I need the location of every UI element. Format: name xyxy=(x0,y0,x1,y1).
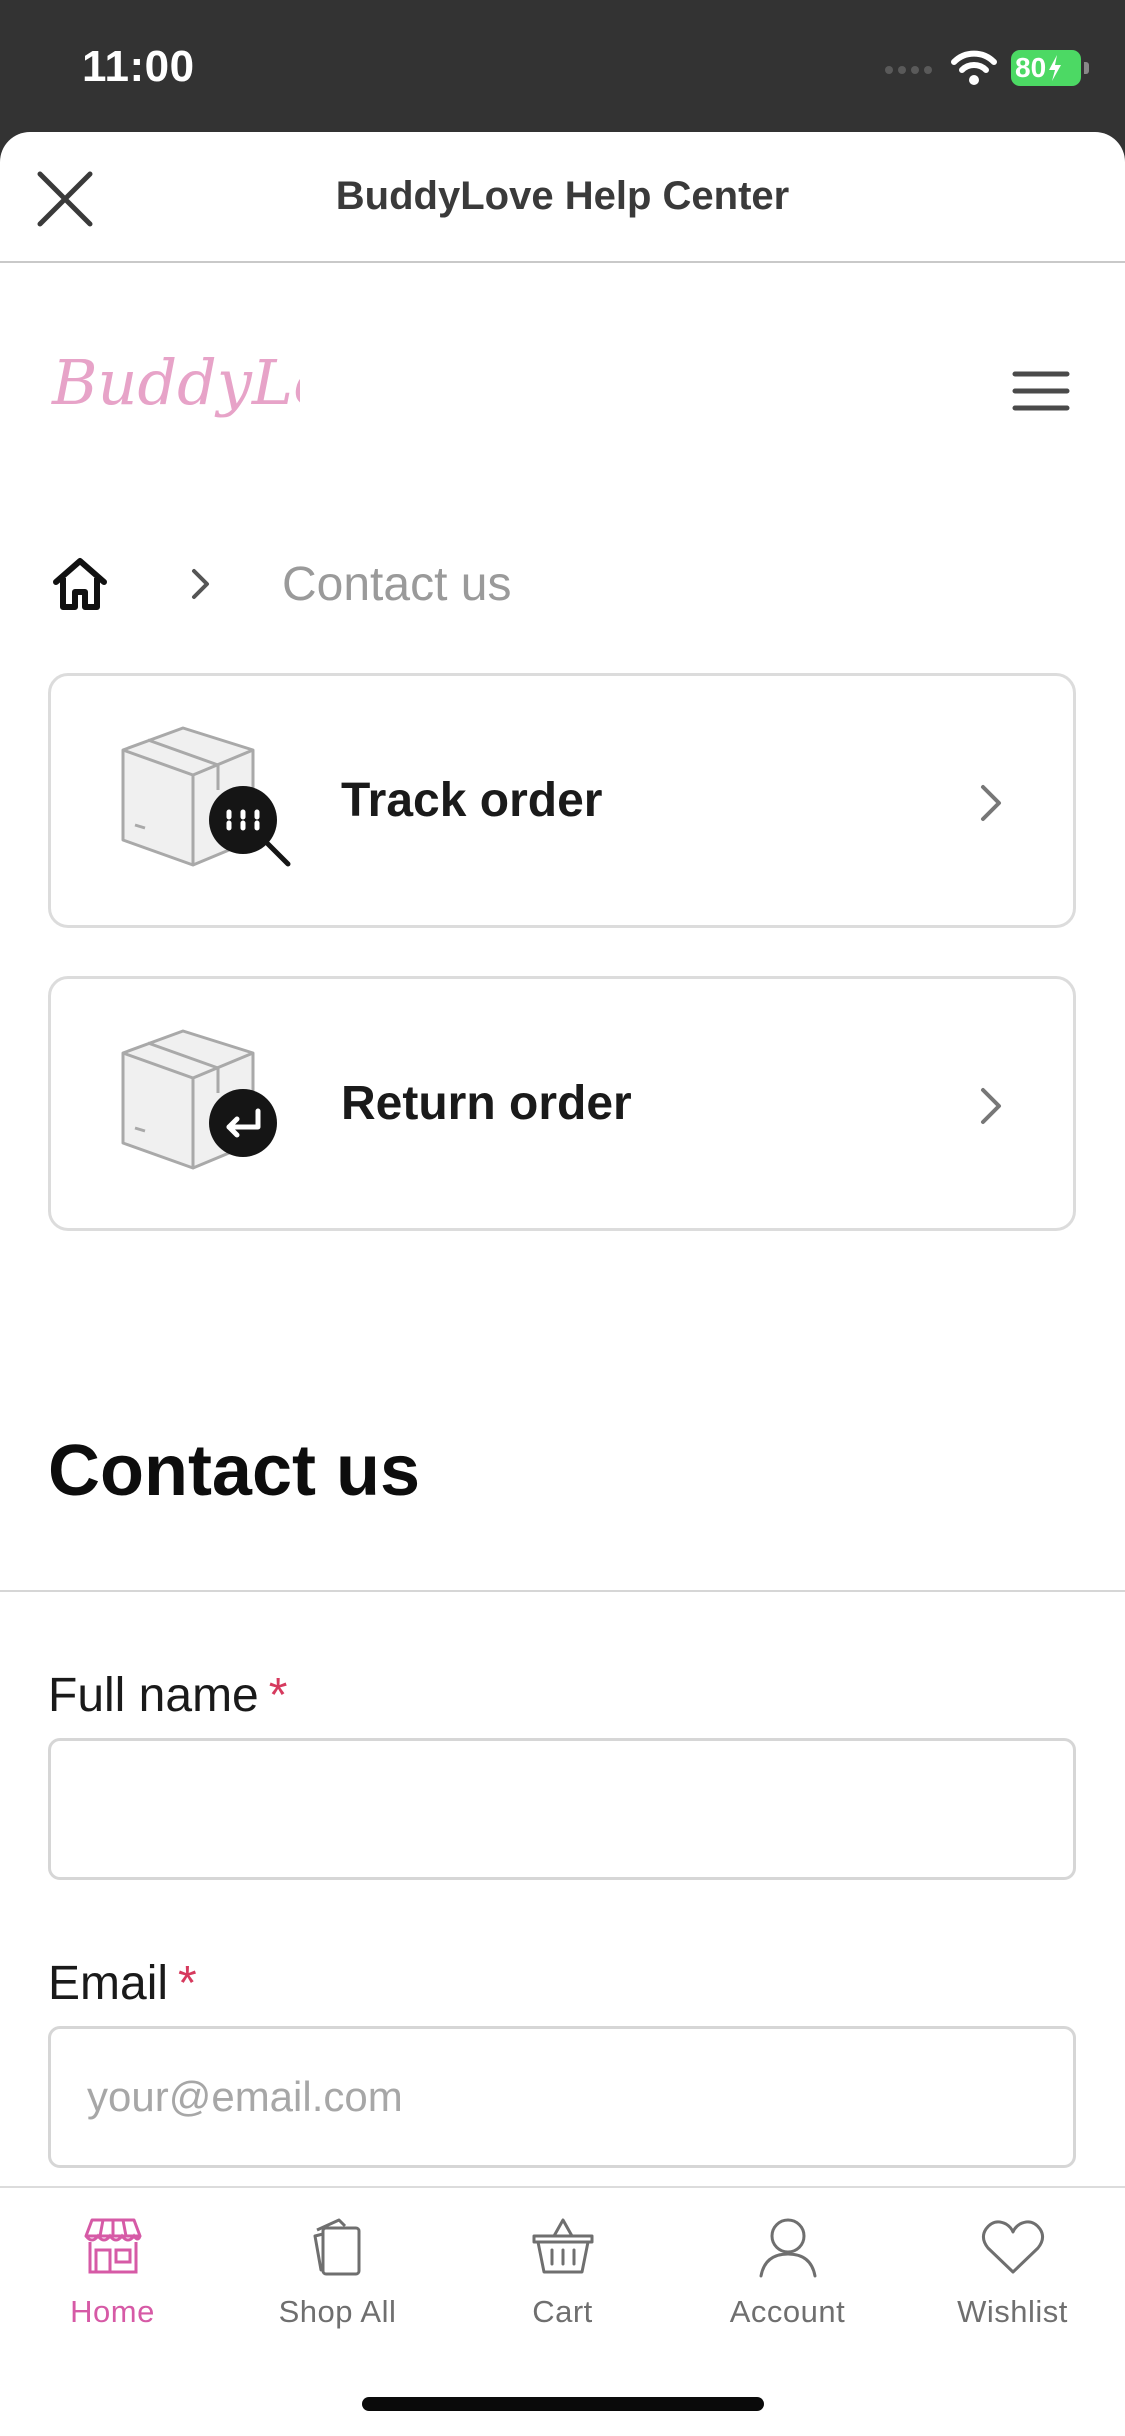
brand-row: BuddyLove xyxy=(0,302,1125,472)
box-search-icon xyxy=(113,720,293,880)
status-icons: 80 xyxy=(883,46,1089,90)
person-icon xyxy=(759,2218,816,2278)
tab-home-label: Home xyxy=(70,2294,155,2329)
sheet-title: BuddyLove Help Center xyxy=(335,174,790,218)
email-label: Email * xyxy=(48,1956,197,2011)
required-mark: * xyxy=(178,1957,197,2010)
heart-icon xyxy=(981,2220,1044,2274)
return-order-label: Return order xyxy=(341,1077,632,1130)
menu-button[interactable] xyxy=(1012,369,1070,413)
full-name-input[interactable] xyxy=(48,1738,1076,1880)
track-order-label: Track order xyxy=(341,774,603,827)
tab-account-label: Account xyxy=(729,2294,846,2329)
home-icon[interactable] xyxy=(50,556,110,612)
cellular-signal-icon xyxy=(885,66,932,74)
status-time: 11:00 xyxy=(82,42,195,91)
charging-bolt-icon xyxy=(1049,55,1062,81)
buddylove-logo: BuddyLove xyxy=(51,346,402,419)
cards-icon xyxy=(313,2218,360,2276)
breadcrumb-current: Contact us xyxy=(282,557,512,611)
email-input[interactable] xyxy=(48,2026,1076,2168)
tab-wishlist-label: Wishlist xyxy=(957,2294,1068,2329)
brand-logo[interactable]: BuddyLove xyxy=(50,332,402,442)
full-name-label: Full name * xyxy=(48,1668,287,1723)
section-divider xyxy=(0,1590,1125,1592)
status-bar: 11:00 80 xyxy=(0,0,1125,135)
home-indicator xyxy=(362,2397,764,2411)
full-name-label-text: Full name xyxy=(48,1669,259,1722)
contact-us-heading: Contact us xyxy=(48,1431,421,1511)
email-label-text: Email xyxy=(48,1957,169,2010)
battery-icon: 80 xyxy=(1011,50,1089,86)
return-order-card[interactable]: Return order xyxy=(48,976,1076,1231)
tab-home[interactable]: Home xyxy=(0,2188,225,2436)
chevron-right-icon xyxy=(981,1088,1001,1124)
breadcrumb: Contact us xyxy=(50,544,1050,624)
store-icon xyxy=(84,2218,141,2274)
chevron-right-icon xyxy=(192,569,209,599)
svg-text:BuddyLove: BuddyLove xyxy=(51,346,300,419)
basket-icon xyxy=(532,2218,593,2274)
sheet-header: BuddyLove Help Center xyxy=(0,132,1125,263)
close-button[interactable] xyxy=(36,170,94,228)
wifi-icon xyxy=(951,50,997,85)
required-mark: * xyxy=(268,1669,288,1722)
battery-level: 80 xyxy=(1015,52,1047,83)
tab-shop-all-label: Shop All xyxy=(278,2294,397,2329)
hamburger-menu-icon xyxy=(1012,371,1070,411)
close-icon xyxy=(37,171,93,227)
track-order-card[interactable]: Track order xyxy=(48,673,1076,928)
tab-cart-label: Cart xyxy=(532,2294,593,2329)
box-return-icon xyxy=(113,1023,293,1183)
tab-wishlist[interactable]: Wishlist xyxy=(900,2188,1125,2436)
chevron-right-icon xyxy=(981,785,1001,821)
